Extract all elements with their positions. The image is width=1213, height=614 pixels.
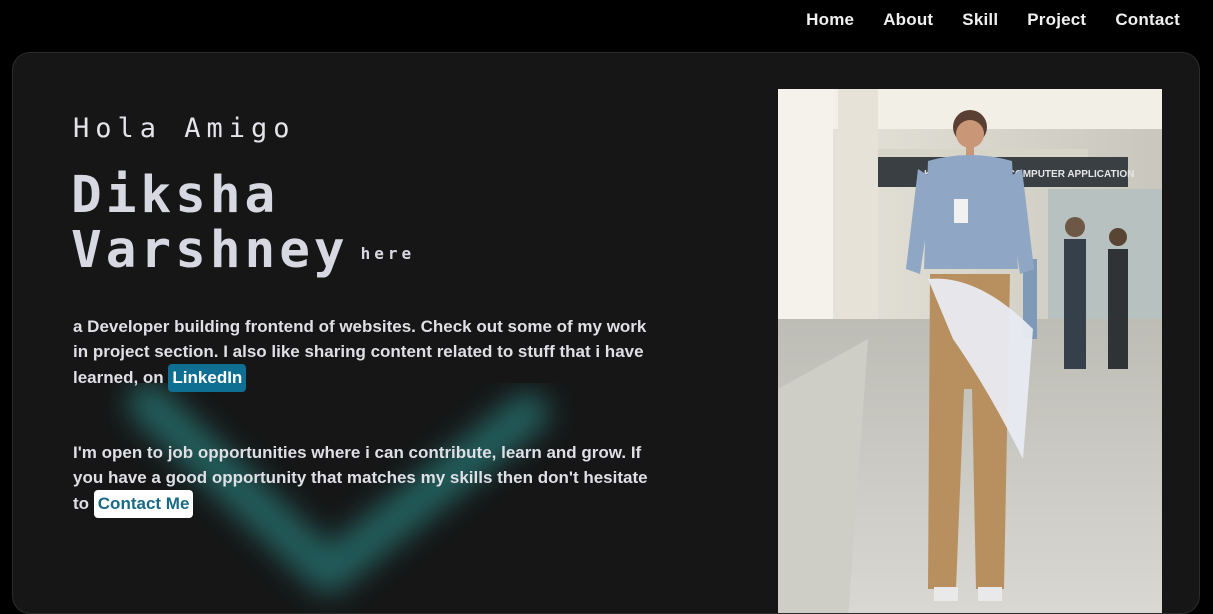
name-suffix: here (360, 243, 416, 263)
page-title: Diksha Varshney here (71, 168, 415, 281)
top-nav: Home About Skill Project Contact (806, 0, 1213, 40)
intro-paragraph: a Developer building frontend of website… (73, 314, 663, 392)
intro-text: a Developer building frontend of website… (73, 317, 647, 387)
first-name: Diksha (71, 166, 280, 225)
profile-photo-illustration: KIIT SCHOOL OF COMPUTER APPLICATION (778, 89, 1162, 613)
greeting: Hola Amigo (73, 113, 296, 144)
contact-me-link[interactable]: Contact Me (93, 490, 194, 518)
nav-about[interactable]: About (883, 10, 933, 30)
last-name: Varshney (71, 221, 349, 280)
profile-photo: KIIT SCHOOL OF COMPUTER APPLICATION (778, 89, 1162, 613)
nav-project[interactable]: Project (1027, 10, 1086, 30)
opportunity-paragraph: I'm open to job opportunities where i ca… (73, 440, 663, 518)
linkedin-link[interactable]: LinkedIn (168, 364, 247, 392)
nav-skill[interactable]: Skill (962, 10, 998, 30)
nav-contact[interactable]: Contact (1115, 10, 1180, 30)
nav-home[interactable]: Home (806, 10, 854, 30)
hero-card: Hola Amigo Diksha Varshney here a Develop… (12, 52, 1200, 614)
